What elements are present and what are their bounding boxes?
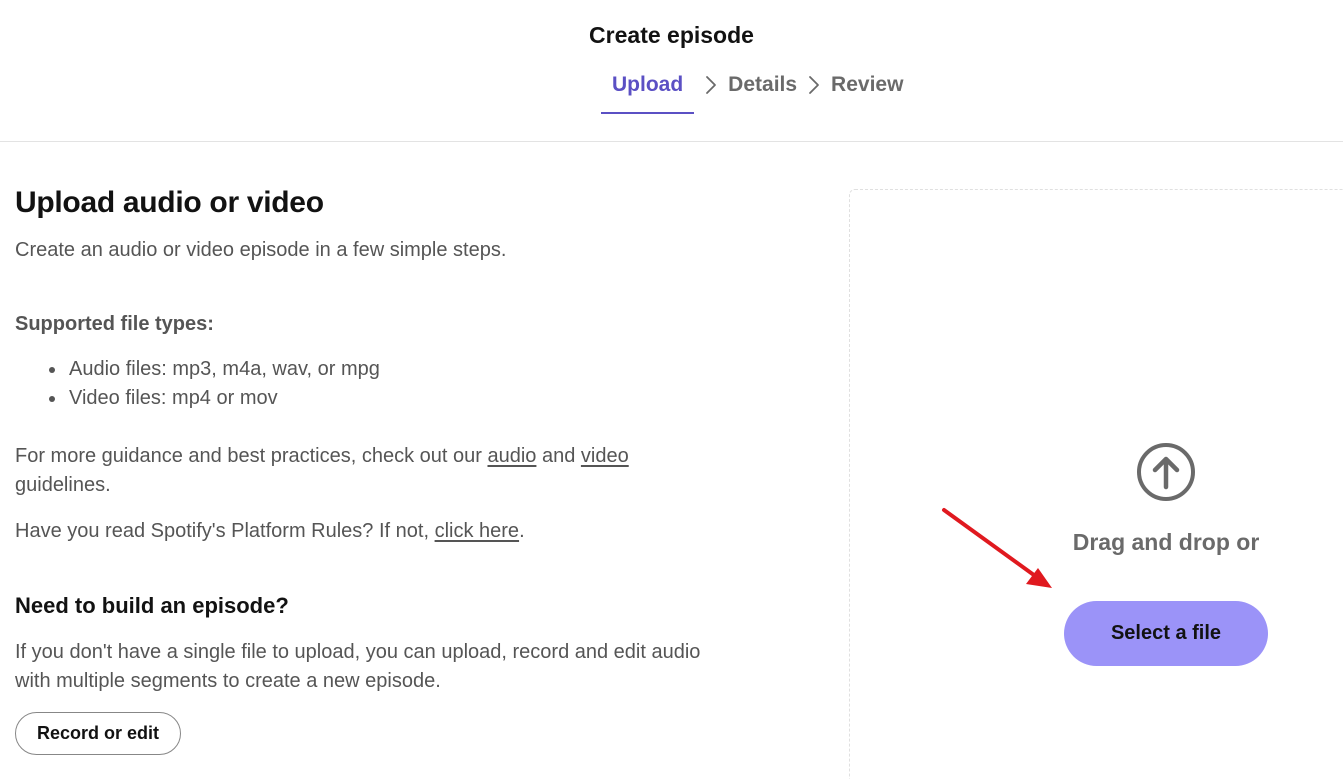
red-arrow-annotation-icon [942,508,1052,588]
record-or-edit-button[interactable]: Record or edit [15,712,181,755]
list-item: Audio files: mp3, m4a, wav, or mpg [15,355,380,384]
platform-rules-link[interactable]: click here [435,520,519,542]
guidance-and: and [536,445,581,467]
chevron-right-icon [797,70,831,100]
header: Create episode Upload Details Review [0,0,1343,142]
rules-suffix: . [519,520,525,542]
guidance-prefix: For more guidance and best practices, ch… [15,445,488,467]
rules-prefix: Have you read Spotify's Platform Rules? … [15,520,435,542]
list-item: Video files: mp4 or mov [15,384,380,413]
upload-arrow-icon [1137,443,1195,501]
create-episode-page: Create episode Upload Details Review Upl… [0,0,1343,779]
audio-guidelines-link[interactable]: audio [487,445,536,467]
step-review[interactable]: Review [831,70,903,114]
guidance-suffix: guidelines. [15,474,111,496]
platform-rules-text: Have you read Spotify's Platform Rules? … [15,517,525,546]
page-title: Create episode [589,22,754,48]
build-episode-heading: Need to build an episode? [15,593,289,618]
intro-text: Create an audio or video episode in a fe… [15,239,507,261]
step-upload[interactable]: Upload [601,70,695,114]
select-file-button[interactable]: Select a file [1064,601,1268,666]
chevron-right-icon [694,70,728,100]
stepper: Upload Details Review [601,70,903,114]
supported-types-title: Supported file types: [15,313,214,335]
build-episode-text: If you don't have a single file to uploa… [15,641,701,692]
file-dropzone[interactable] [849,189,1343,779]
file-types-list: Audio files: mp3, m4a, wav, or mpg Video… [15,355,380,413]
guidance-text: For more guidance and best practices, ch… [15,442,715,500]
step-details[interactable]: Details [728,70,797,114]
upload-heading: Upload audio or video [15,186,324,219]
video-guidelines-link[interactable]: video [581,445,629,467]
